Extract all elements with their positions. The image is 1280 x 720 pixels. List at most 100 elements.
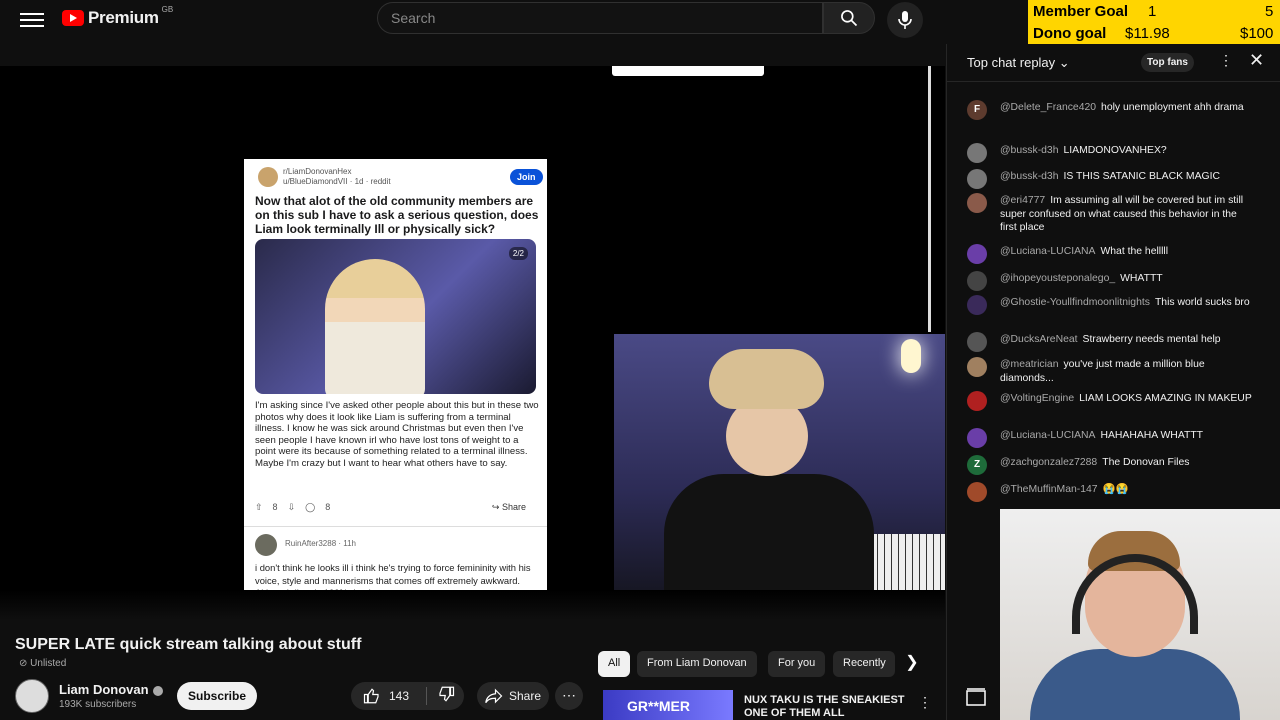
search-button[interactable] — [823, 2, 875, 34]
chat-avatar[interactable] — [967, 143, 987, 163]
dono-goal-label: Dono goal — [1033, 25, 1107, 42]
chat-message-text: @Luciana-LUCIANA What the helllll — [1000, 245, 1255, 259]
recommended-menu-icon[interactable]: ⋮ — [918, 694, 932, 711]
menu-icon[interactable] — [20, 10, 44, 30]
like-count: 143 — [389, 689, 410, 703]
chat-footer — [946, 680, 998, 720]
chat-avatar[interactable] — [967, 482, 987, 502]
kebab-icon[interactable]: ⋮ — [1219, 52, 1233, 69]
join-button: Join — [510, 169, 543, 185]
streamer-facecam — [614, 334, 945, 598]
chevron-right-icon[interactable]: ❯ — [900, 652, 924, 676]
chat-message-text: @meatrician you've just made a million bl… — [1000, 358, 1255, 385]
subreddit-avatar — [258, 167, 278, 187]
chat-message-text: @DucksAreNeat Strawberry needs mental hel… — [1000, 333, 1255, 347]
lamp — [901, 339, 921, 373]
chip-all[interactable]: All — [598, 651, 631, 677]
share-icon — [485, 688, 503, 704]
chat-username[interactable]: @meatrician — [1000, 359, 1058, 370]
like-button[interactable]: 143 — [351, 687, 426, 705]
chat-username[interactable]: @Delete_France420 — [1000, 102, 1096, 113]
member-goal-target: 5 — [1265, 3, 1274, 20]
chat-username[interactable]: @zachgonzalez7288 — [1000, 457, 1097, 468]
post-body: I'm asking since I've asked other people… — [255, 400, 539, 469]
chat-message-text: @Delete_France420 holy unemployment ahh d… — [1000, 101, 1255, 115]
chip-for-you[interactable]: For you — [768, 651, 826, 677]
chat-avatar[interactable] — [967, 169, 987, 189]
chat-avatar[interactable]: F — [967, 100, 987, 120]
chat-message-text: @Luciana-LUCIANA HAHAHAHA WHATTT — [1000, 429, 1255, 443]
voice-search-button[interactable] — [887, 2, 923, 38]
video-scrollbar — [928, 66, 931, 332]
post-title: Now that alot of the old community membe… — [255, 194, 539, 236]
dono-goal-target: $100 — [1240, 25, 1274, 42]
search-input[interactable]: Search — [377, 2, 823, 34]
player-fade — [0, 590, 945, 620]
chat-text: WHATTT — [1120, 273, 1163, 284]
chat-username[interactable]: @Luciana-LUCIANA — [1000, 430, 1095, 441]
chat-avatar[interactable] — [967, 295, 987, 315]
chat-avatar[interactable] — [967, 391, 987, 411]
piano — [864, 534, 945, 598]
chat-message-text: @bussk-d3h IS THIS SATANIC BLACK MAGIC — [1000, 170, 1255, 184]
subscribe-button[interactable]: Subscribe — [177, 682, 257, 710]
comment-user: RuinAfter3288 · 11h — [285, 539, 357, 548]
chat-username[interactable]: @Ghostie-Youllfindmoonlitnights — [1000, 297, 1150, 308]
upvote-icon: ⇧ — [255, 502, 263, 512]
chat-username[interactable]: @bussk-d3h — [1000, 145, 1059, 156]
chat-avatar[interactable]: Z — [967, 455, 987, 475]
chat-avatar[interactable] — [967, 193, 987, 213]
unlisted-badge: ⊘ Unlisted — [19, 658, 67, 669]
chat-text: LIAMDONOVANHEX? — [1063, 145, 1167, 156]
chip-from-channel[interactable]: From Liam Donovan — [637, 651, 757, 677]
recommended-thumbnail[interactable]: GR**MER — [603, 690, 733, 720]
chat-text: The Donovan Files — [1102, 457, 1190, 468]
subreddit-name: r/LiamDonovanHex — [283, 167, 352, 176]
logo-text: Premium — [88, 8, 159, 27]
video-title: SUPER LATE quick stream talking about st… — [15, 636, 362, 653]
top-fans-label: Top fans — [1147, 57, 1188, 68]
chat-avatar[interactable] — [967, 271, 987, 291]
chat-username[interactable]: @bussk-d3h — [1000, 171, 1059, 182]
recommended-title[interactable]: NUX TAKU IS THE SNEAKIEST ONE OF THEM AL… — [744, 694, 909, 720]
chat-username[interactable]: @VoltingEngine — [1000, 393, 1074, 404]
chat-text: IS THIS SATANIC BLACK MAGIC — [1063, 171, 1220, 182]
youtube-premium-logo[interactable]: Premium GB — [62, 5, 173, 28]
chat-text: Strawberry needs mental help — [1082, 334, 1221, 345]
dislike-icon — [439, 686, 455, 702]
youtube-logo-icon — [62, 10, 84, 26]
chat-header: Top chat replay ⌄ Top fans ⋮ ✕ — [947, 44, 1280, 82]
chat-text: This world sucks bro — [1154, 297, 1250, 308]
goal-overlay: Member Goal 1 5 Dono goal $11.98 $100 — [1028, 0, 1280, 45]
streamer-shirt — [664, 474, 874, 598]
more-actions-button[interactable]: ⋯ — [555, 682, 583, 710]
chat-username[interactable]: @ihopeyousteponalego_ — [1000, 273, 1115, 284]
chat-message-text: @VoltingEngine LIAM LOOKS AMAZING IN MAKE… — [1000, 392, 1255, 406]
chat-avatar[interactable] — [967, 428, 987, 448]
chat-message-text: @TheMuffinMan-147 😭😭 — [1000, 483, 1255, 497]
chat-mode-dropdown[interactable]: Top chat replay ⌄ — [967, 55, 1070, 71]
channel-name-text: Liam Donovan — [59, 682, 149, 697]
channel-avatar[interactable] — [15, 679, 49, 713]
chat-username[interactable]: @eri4777 — [1000, 195, 1045, 206]
chat-avatar[interactable] — [967, 332, 987, 352]
chat-username[interactable]: @TheMuffinMan-147 — [1000, 484, 1098, 495]
top-fans-badge[interactable]: Top fans — [1141, 53, 1194, 72]
chat-username[interactable]: @Luciana-LUCIANA — [1000, 246, 1095, 257]
chip-recently[interactable]: Recently — [833, 651, 895, 677]
chat-username[interactable]: @DucksAreNeat — [1000, 334, 1078, 345]
subscriber-count: 193K subscribers — [59, 699, 137, 710]
share-button[interactable]: Share — [477, 682, 549, 710]
chat-avatar[interactable] — [967, 357, 987, 377]
chat-text: 😭😭 — [1102, 484, 1129, 495]
chat-toggle-icon[interactable] — [966, 688, 986, 706]
dislike-button[interactable] — [427, 685, 455, 708]
close-icon[interactable]: ✕ — [1249, 50, 1264, 71]
chat-avatar[interactable] — [967, 244, 987, 264]
post-share-label: Share — [501, 502, 526, 512]
channel-name[interactable]: Liam Donovan — [59, 682, 163, 697]
visibility-label: Unlisted — [30, 658, 67, 669]
post-image-person — [325, 259, 425, 394]
chat-title: Top chat replay — [967, 55, 1056, 70]
member-goal-label: Member Goal — [1033, 3, 1129, 20]
